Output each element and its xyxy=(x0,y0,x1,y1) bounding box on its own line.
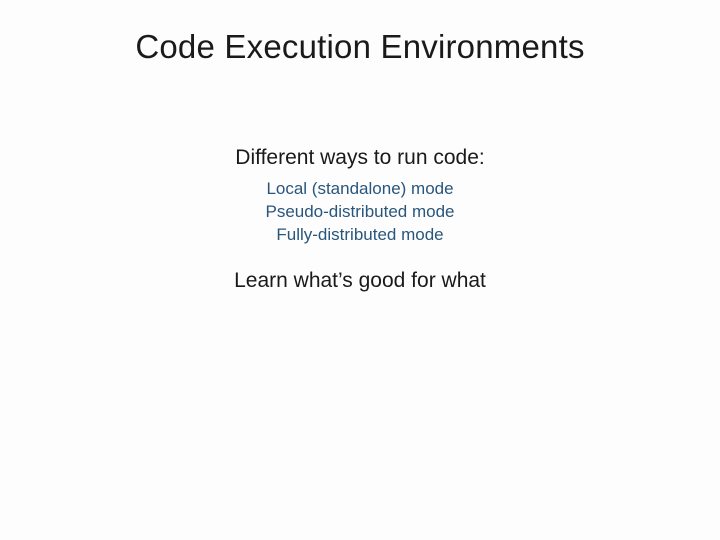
list-item: Fully-distributed mode xyxy=(0,224,720,247)
slide-subtitle: Different ways to run code: xyxy=(0,146,720,170)
list-item: Pseudo-distributed mode xyxy=(0,201,720,224)
slide-title: Code Execution Environments xyxy=(0,28,720,66)
slide-footer: Learn what’s good for what xyxy=(0,269,720,293)
list-item: Local (standalone) mode xyxy=(0,178,720,201)
slide: Code Execution Environments Different wa… xyxy=(0,0,720,540)
mode-list: Local (standalone) mode Pseudo-distribut… xyxy=(0,178,720,247)
